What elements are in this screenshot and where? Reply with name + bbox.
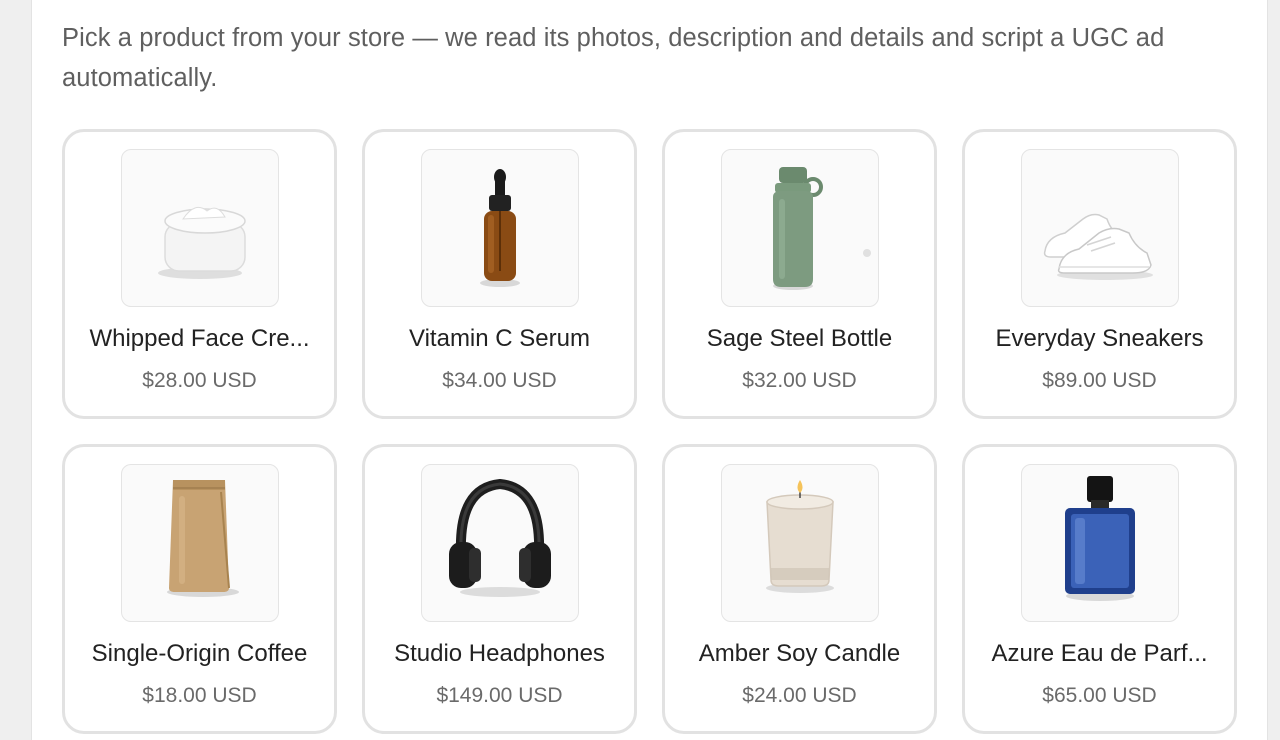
product-thumbnail — [721, 464, 879, 622]
product-card-sage-steel-bottle[interactable]: Sage Steel Bottle $32.00 USD — [662, 129, 937, 419]
product-price: $34.00 USD — [442, 369, 557, 392]
product-name: Sage Steel Bottle — [706, 325, 893, 352]
product-price: $65.00 USD — [1042, 684, 1157, 707]
product-card-single-origin-coffee[interactable]: Single-Origin Coffee $18.00 USD — [62, 444, 337, 734]
product-name: Everyday Sneakers — [995, 325, 1204, 352]
product-card-whipped-face-cream[interactable]: Whipped Face Cre... $28.00 USD — [62, 129, 337, 419]
product-thumbnail — [421, 149, 579, 307]
product-name: Single-Origin Coffee — [91, 640, 308, 667]
product-price: $24.00 USD — [742, 684, 857, 707]
perfume-bottle-icon — [1065, 476, 1135, 601]
product-price: $89.00 USD — [1042, 369, 1157, 392]
product-price: $32.00 USD — [742, 369, 857, 392]
headphones-icon — [449, 478, 551, 597]
product-thumbnail — [721, 149, 879, 307]
product-card-vitamin-c-serum[interactable]: Vitamin C Serum $34.00 USD — [362, 129, 637, 419]
product-card-azure-eau-de-parfum[interactable]: Azure Eau de Parf... $65.00 USD — [962, 444, 1237, 734]
product-name: Azure Eau de Parf... — [991, 640, 1208, 667]
product-name: Vitamin C Serum — [409, 325, 590, 352]
product-name: Whipped Face Cre... — [89, 325, 310, 352]
instructions-text: Pick a product from your store — we read… — [62, 24, 1165, 92]
product-card-everyday-sneakers[interactable]: Everyday Sneakers $89.00 USD — [962, 129, 1237, 419]
serum-dropper-bottle-icon — [480, 169, 520, 287]
face-cream-jar-icon — [158, 206, 246, 279]
product-card-studio-headphones[interactable]: Studio Headphones $149.00 USD — [362, 444, 637, 734]
product-name: Amber Soy Candle — [698, 640, 901, 667]
product-name: Studio Headphones — [394, 640, 605, 667]
product-thumbnail — [121, 464, 279, 622]
product-card-amber-soy-candle[interactable]: Amber Soy Candle $24.00 USD — [662, 444, 937, 734]
product-thumbnail — [1021, 149, 1179, 307]
product-grid: Whipped Face Cre... $28.00 USD Vitamin C… — [62, 129, 1238, 734]
product-price: $149.00 USD — [436, 684, 563, 707]
white-sneakers-icon — [1043, 213, 1153, 280]
product-thumbnail — [121, 149, 279, 307]
steel-water-bottle-icon — [773, 167, 871, 290]
product-price: $18.00 USD — [142, 684, 257, 707]
product-thumbnail — [421, 464, 579, 622]
coffee-bag-icon — [167, 480, 239, 597]
product-thumbnail — [1021, 464, 1179, 622]
product-price: $28.00 USD — [142, 369, 257, 392]
candle-jar-icon — [766, 480, 834, 593]
